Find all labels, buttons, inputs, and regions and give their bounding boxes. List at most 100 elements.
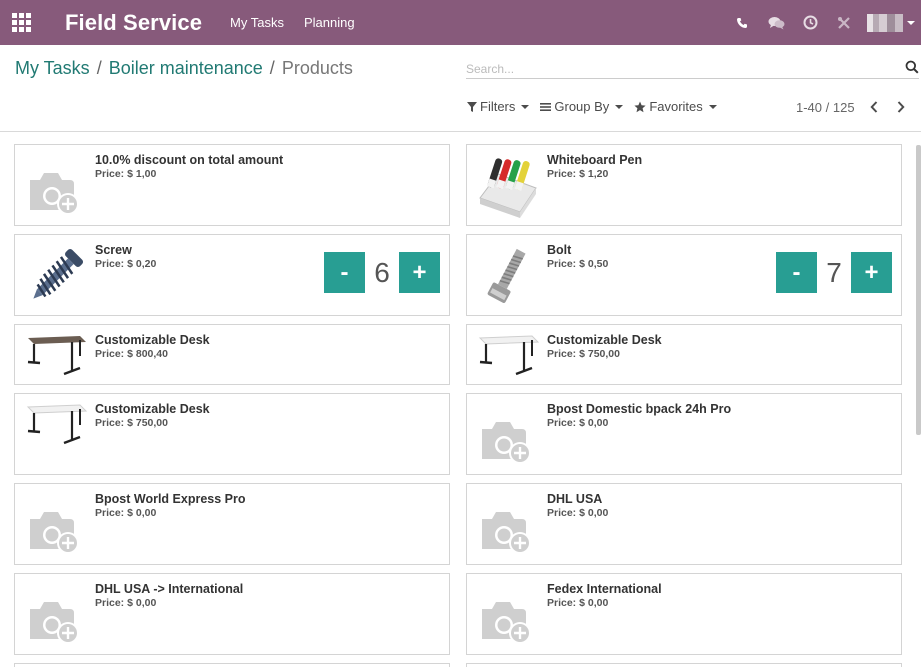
- favorites-label: Favorites: [649, 99, 703, 114]
- systray: [725, 0, 921, 45]
- product-card[interactable]: Whiteboard Pen Price: $ 1,20: [466, 144, 902, 226]
- pager-value[interactable]: 1-40 / 125: [796, 100, 855, 115]
- group-by-label: Group By: [554, 99, 610, 114]
- group-by-dropdown[interactable]: Group By: [540, 99, 624, 114]
- favorites-dropdown[interactable]: Favorites: [634, 99, 717, 114]
- product-card[interactable]: Bpost World Express Pro Price: $ 0,00: [14, 483, 450, 565]
- breadcrumb-separator: /: [96, 58, 102, 78]
- product-name: DHL USA -> International: [95, 582, 244, 596]
- product-price: Price: $ 1,20: [547, 168, 609, 180]
- pager-previous-button[interactable]: [862, 99, 886, 115]
- search-input[interactable]: [466, 57, 896, 77]
- chat-bubbles-icon[interactable]: [759, 0, 793, 45]
- search-options: Filters Group By Favorites: [467, 99, 728, 114]
- camera-placeholder-icon: [24, 154, 88, 218]
- product-card[interactable]: Customizable Desk Price: $ 750,00: [14, 393, 450, 475]
- filter-icon: [467, 101, 477, 112]
- breadcrumb-separator: /: [269, 58, 275, 78]
- product-name: Customizable Desk: [95, 333, 210, 347]
- chevron-down-icon: [615, 104, 624, 109]
- menu-item-my-tasks[interactable]: My Tasks: [230, 15, 284, 30]
- product-price: Price: $ 750,00: [547, 348, 620, 360]
- filters-label: Filters: [480, 99, 516, 114]
- product-name: Whiteboard Pen: [547, 153, 643, 167]
- product-name: Screw: [95, 243, 132, 257]
- phone-icon[interactable]: [725, 0, 759, 45]
- breadcrumb: My Tasks / Boiler maintenance / Products: [15, 58, 353, 79]
- product-card[interactable]: Customizable Desk Price: $ 750,00: [466, 324, 902, 385]
- product-name: DHL USA: [547, 492, 603, 506]
- product-price: Price: $ 0,20: [95, 258, 157, 270]
- product-price: Price: $ 0,50: [547, 258, 609, 270]
- chevron-down-icon: [521, 104, 530, 109]
- pager-next-button[interactable]: [889, 99, 913, 115]
- chevron-down-icon: [708, 104, 717, 109]
- product-price: Price: $ 0,00: [547, 507, 609, 519]
- screw-image: [24, 244, 88, 308]
- user-menu[interactable]: [861, 0, 921, 45]
- product-price: Price: $ 0,00: [547, 417, 609, 429]
- apps-grid-icon: [12, 13, 31, 32]
- product-card[interactable]: DHL USA -> International Price: $ 0,00: [14, 573, 450, 655]
- camera-placeholder-icon: [476, 583, 540, 647]
- search-bar: [466, 57, 919, 79]
- pager: 1-40 / 125: [796, 99, 913, 115]
- product-card[interactable]: Fedex International Price: $ 0,00: [466, 573, 902, 655]
- product-price: Price: $ 800,40: [95, 348, 168, 360]
- tools-icon[interactable]: [827, 0, 861, 45]
- bolt-image: [476, 244, 540, 308]
- breadcrumb-boiler-maintenance[interactable]: Boiler maintenance: [109, 58, 263, 79]
- increase-quantity-button[interactable]: +: [851, 252, 892, 293]
- quantity-value: 6: [374, 256, 390, 288]
- quantity-stepper: - 7 +: [776, 252, 892, 293]
- product-name: Bpost Domestic bpack 24h Pro: [547, 402, 732, 416]
- scrollbar[interactable]: [916, 145, 921, 435]
- increase-quantity-button[interactable]: +: [399, 252, 440, 293]
- quantity-stepper: - 6 +: [324, 252, 440, 293]
- desk-image: [476, 332, 540, 378]
- product-card[interactable]: Customizable Desk Price: $ 800,40: [14, 324, 450, 385]
- product-card[interactable]: Bolt Price: $ 0,50 - 7 +: [466, 234, 902, 316]
- product-card[interactable]: Bpost Domestic bpack 24h Pro Price: $ 0,…: [466, 393, 902, 475]
- product-name: Bpost World Express Pro: [95, 492, 246, 506]
- top-navbar: Field Service My Tasks Planning: [0, 0, 921, 45]
- chevron-left-icon: [869, 101, 877, 113]
- decrease-quantity-button[interactable]: -: [776, 252, 817, 293]
- menu-item-planning[interactable]: Planning: [304, 15, 355, 30]
- product-card[interactable]: [466, 663, 902, 667]
- breadcrumb-current: Products: [281, 58, 353, 78]
- star-icon: [634, 101, 646, 112]
- product-name: Customizable Desk: [95, 402, 210, 416]
- camera-placeholder-icon: [476, 403, 540, 467]
- product-price: Price: $ 750,00: [95, 417, 168, 429]
- product-card[interactable]: 10.0% discount on total amount Price: $ …: [14, 144, 450, 226]
- apps-menu-button[interactable]: [0, 0, 45, 45]
- breadcrumb-my-tasks[interactable]: My Tasks: [15, 58, 90, 79]
- chevron-right-icon: [897, 101, 905, 113]
- camera-placeholder-icon: [24, 583, 88, 647]
- decrease-quantity-button[interactable]: -: [324, 252, 365, 293]
- product-name: Fedex International: [547, 582, 662, 596]
- quantity-value: 7: [826, 256, 842, 288]
- whiteboard-pens-image: [476, 154, 540, 218]
- product-name: 10.0% discount on total amount: [95, 153, 284, 167]
- product-card[interactable]: DHL USA Price: $ 0,00: [466, 483, 902, 565]
- product-price: Price: $ 0,00: [547, 597, 609, 609]
- product-price: Price: $ 1,00: [95, 168, 157, 180]
- camera-placeholder-icon: [476, 493, 540, 557]
- user-menu-caret-icon: [907, 20, 915, 25]
- product-name: Bolt: [547, 243, 572, 257]
- clock-icon[interactable]: [793, 0, 827, 45]
- app-brand-title: Field Service: [65, 9, 203, 35]
- product-name: Customizable Desk: [547, 333, 662, 347]
- desk-image: [24, 401, 88, 447]
- product-card[interactable]: [14, 663, 450, 667]
- camera-placeholder-icon: [24, 493, 88, 557]
- product-price: Price: $ 0,00: [95, 597, 157, 609]
- control-panel: My Tasks / Boiler maintenance / Products…: [0, 45, 921, 132]
- search-icon[interactable]: [905, 60, 919, 79]
- desk-image: [24, 332, 88, 378]
- user-avatar: [867, 13, 903, 32]
- filters-dropdown[interactable]: Filters: [467, 99, 530, 114]
- product-card[interactable]: Screw Price: $ 0,20 - 6 +: [14, 234, 450, 316]
